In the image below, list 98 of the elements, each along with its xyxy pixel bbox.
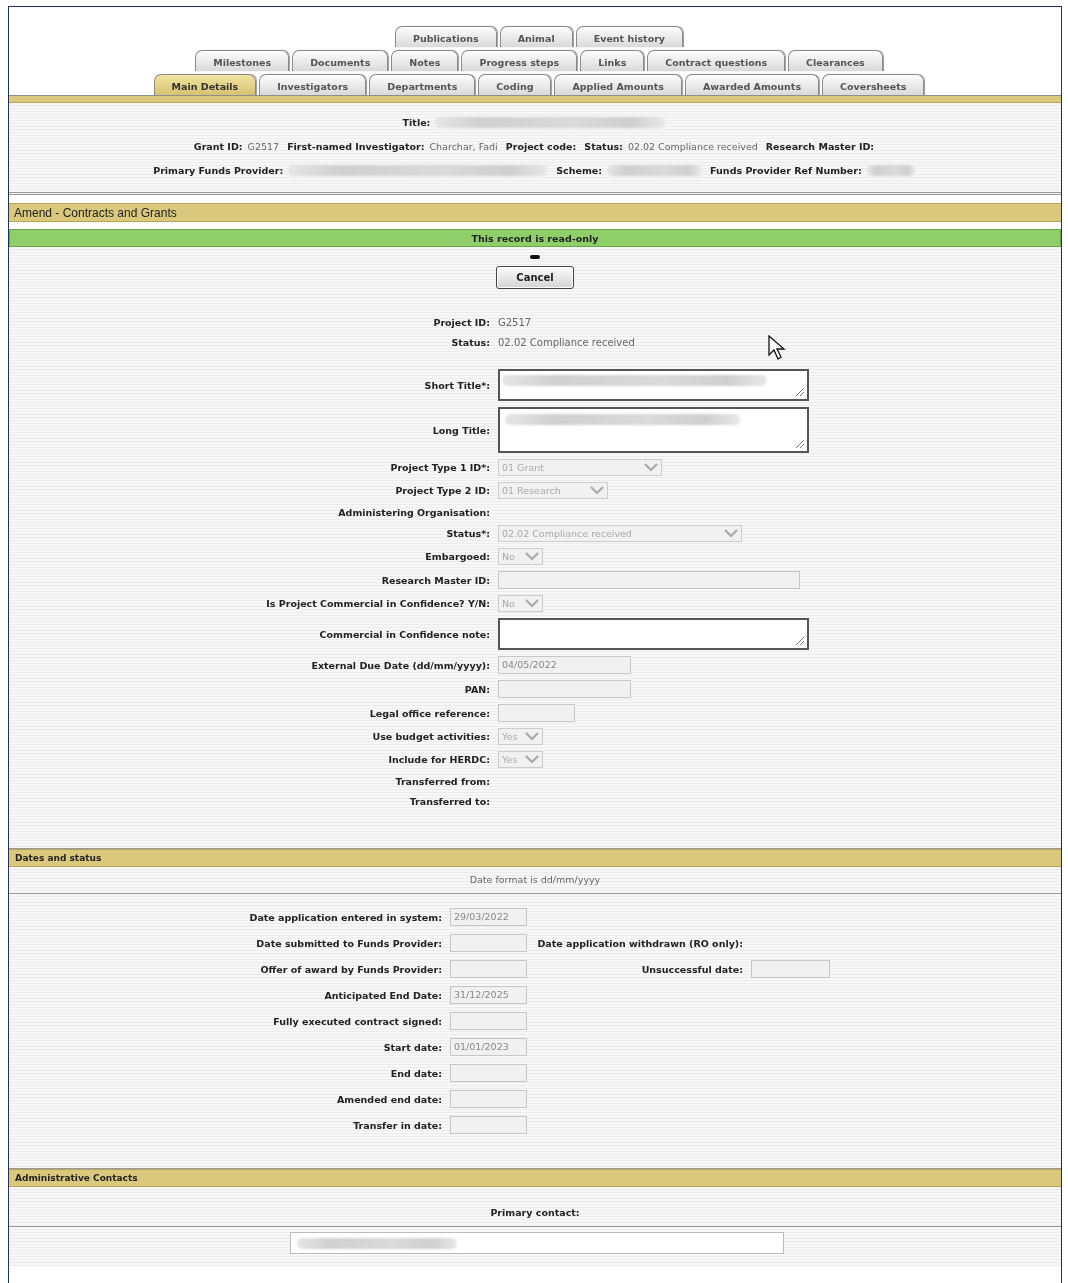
- resize-grip-icon[interactable]: [795, 387, 805, 397]
- field-label: Scheme:: [556, 165, 603, 176]
- field-label: Offer of award by Funds Provider:: [259, 963, 442, 975]
- field-label: Amended end date:: [335, 1093, 442, 1105]
- tab[interactable]: Coding: [478, 74, 552, 95]
- field-label: Is Project Commercial in Confidence? Y/N:: [265, 598, 490, 609]
- text-area[interactable]: [498, 369, 809, 401]
- chevron-icon: [644, 463, 658, 472]
- chevron-icon: [525, 552, 539, 561]
- field-label: Transferred from:: [394, 775, 490, 787]
- cursor-icon: [768, 335, 786, 361]
- section-header: Amend - Contracts and Grants: [9, 203, 1061, 222]
- tab[interactable]: Animal: [499, 26, 573, 47]
- read-only-notice: This record is read-only: [9, 229, 1061, 247]
- field-value: G2517: [247, 141, 280, 152]
- field-label: Date application entered in system:: [248, 911, 442, 923]
- date-field[interactable]: [450, 1012, 527, 1030]
- field-label: Status:: [584, 141, 623, 152]
- field-label: Primary Funds Provider:: [153, 165, 284, 176]
- field-label: Transfer in date:: [352, 1119, 442, 1131]
- field-label: Legal office reference:: [368, 707, 490, 719]
- field-label: Primary contact:: [490, 1207, 580, 1218]
- tab[interactable]: Clearances: [788, 50, 883, 71]
- field-label: Project code:: [505, 141, 577, 152]
- tab[interactable]: Awarded Amounts: [685, 74, 820, 95]
- field-value: 02.02 Compliance received: [498, 336, 635, 348]
- field-value: 02.02 Compliance received: [627, 141, 758, 152]
- field-label: Long Title:: [431, 424, 490, 436]
- section-header: Administrative Contacts: [9, 1169, 1061, 1187]
- field-label: Use budget activities:: [371, 731, 490, 742]
- date-field[interactable]: 01/01/2023: [450, 1038, 527, 1056]
- chevron-icon: [724, 529, 738, 538]
- text-field[interactable]: [498, 571, 800, 589]
- tab[interactable]: Contract questions: [647, 50, 786, 71]
- tab[interactable]: Documents: [292, 50, 389, 71]
- date-format-note: Date format is dd/mm/yyyy: [9, 867, 1061, 894]
- tab[interactable]: Departments: [369, 74, 476, 95]
- field-label: First-named Investigator:: [287, 141, 425, 152]
- chevron-icon: [525, 755, 539, 764]
- field-label: Project ID:: [432, 316, 490, 328]
- field-label: Funds Provider Ref Number:: [710, 165, 862, 176]
- field-label: End date:: [389, 1067, 442, 1079]
- resize-grip-icon[interactable]: [795, 439, 805, 449]
- date-field[interactable]: [751, 960, 830, 978]
- field-label: External Due Date (dd/mm/yyyy):: [310, 659, 490, 671]
- tab[interactable]: Notes: [391, 50, 459, 71]
- tab[interactable]: Progress steps: [461, 50, 578, 71]
- field-label: Embargoed:: [424, 551, 490, 562]
- text-area[interactable]: [498, 618, 809, 650]
- field-label: Transferred to:: [408, 795, 490, 807]
- field-value: G2517: [498, 316, 532, 328]
- tab[interactable]: Publications: [394, 26, 497, 47]
- text-field[interactable]: [290, 1232, 784, 1254]
- cancel-button[interactable]: Cancel: [496, 266, 574, 289]
- field-label: Research Master ID:: [380, 574, 490, 586]
- field-label: Project Type 1 ID*:: [389, 462, 490, 473]
- chevron-icon: [525, 732, 539, 741]
- field-label: Fully executed contract signed:: [272, 1015, 442, 1027]
- field-value: Charchar, Fadi: [429, 141, 498, 152]
- date-field[interactable]: [450, 934, 527, 952]
- tab[interactable]: Main Details: [153, 74, 257, 95]
- field-label: Grant ID:: [193, 141, 243, 152]
- field-label: Include for HERDC:: [387, 754, 490, 765]
- date-field[interactable]: 31/12/2025: [450, 986, 527, 1004]
- field-label: Title:: [402, 117, 431, 128]
- field-label: Commercial in Confidence note:: [318, 628, 490, 640]
- text-field[interactable]: [498, 704, 575, 722]
- tab[interactable]: Investigators: [259, 74, 367, 95]
- chevron-icon: [525, 599, 539, 608]
- field-label: Date submitted to Funds Provider:: [255, 937, 442, 949]
- field-label: Status*:: [445, 528, 490, 539]
- text-area[interactable]: [498, 407, 809, 453]
- resize-grip-icon[interactable]: [795, 636, 805, 646]
- field-label: Project Type 2 ID:: [394, 485, 490, 496]
- field-label: Status:: [450, 336, 490, 348]
- field-label: Unsuccessful date:: [640, 963, 743, 975]
- section-header: Dates and status: [9, 849, 1061, 867]
- field-label: Date application withdrawn (RO only):: [536, 937, 743, 949]
- field-label: Administering Organisation:: [337, 506, 490, 518]
- date-field[interactable]: 29/03/2022: [450, 908, 527, 926]
- field-label: PAN:: [463, 683, 490, 695]
- tab[interactable]: Links: [580, 50, 645, 71]
- field-label: Short Title*:: [423, 379, 490, 391]
- chevron-icon: [590, 486, 604, 495]
- field-label: Start date:: [382, 1041, 442, 1053]
- tab[interactable]: Applied Amounts: [554, 74, 682, 95]
- tab[interactable]: Coversheets: [822, 74, 925, 95]
- date-field[interactable]: [450, 1090, 527, 1108]
- tab[interactable]: Milestones: [195, 50, 290, 71]
- dash-icon: [530, 255, 540, 259]
- date-field[interactable]: [450, 1116, 527, 1134]
- date-field[interactable]: [450, 960, 527, 978]
- date-field[interactable]: [450, 1064, 527, 1082]
- field-label: Research Master ID:: [765, 141, 875, 152]
- text-field[interactable]: 04/05/2022: [498, 656, 631, 674]
- text-field[interactable]: [498, 680, 631, 698]
- field-label: Anticipated End Date:: [323, 989, 442, 1001]
- tab[interactable]: Event history: [575, 26, 684, 47]
